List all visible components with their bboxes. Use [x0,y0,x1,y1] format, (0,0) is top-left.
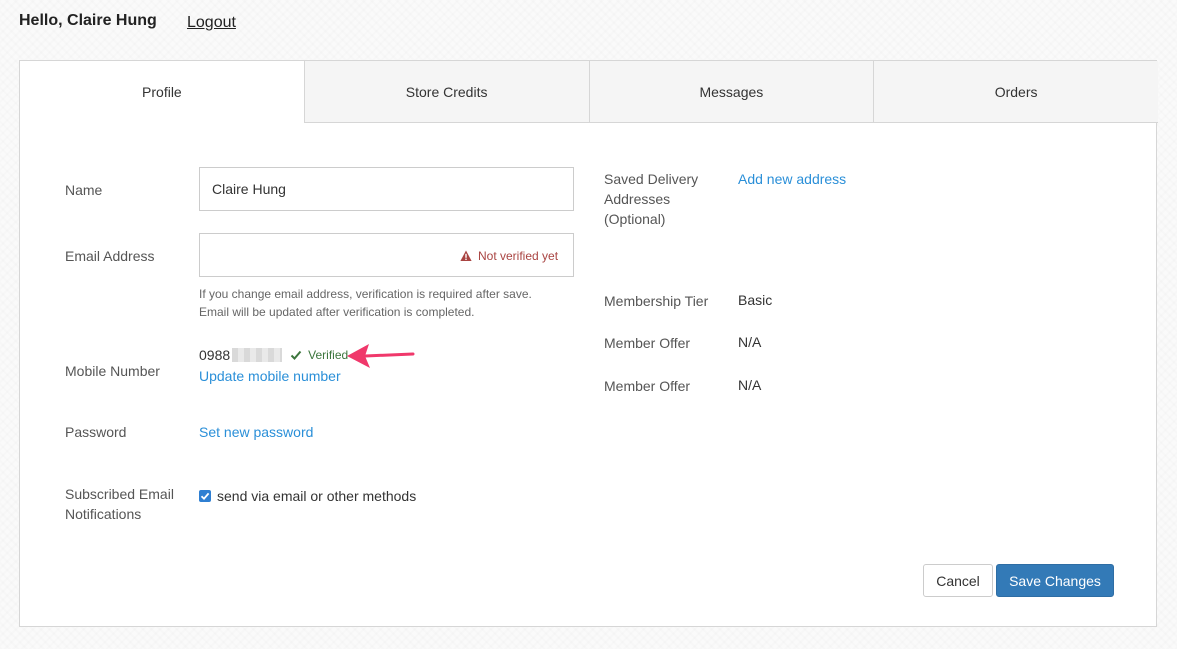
mobile-status: Verified [290,348,348,362]
membership-tier-label: Membership Tier [604,293,709,309]
subscribe-option: send via email or other methods [199,486,416,506]
mobile-label: Mobile Number [65,363,160,379]
saved-addresses-line-3: (Optional) [604,211,666,227]
member-offer-label-1: Member Offer [604,335,691,351]
member-offer-label-2: Member Offer [604,378,691,394]
tab-orders[interactable]: Orders [873,61,1158,123]
tab-bar: Profile Store Credits Messages Orders [20,61,1158,123]
annotation-arrow-icon [347,344,415,368]
member-offer-value-2: N/A [738,377,762,393]
name-input[interactable] [199,167,574,211]
member-offer-value-1: N/A [738,334,762,350]
set-password-link[interactable]: Set new password [199,422,313,442]
tab-profile[interactable]: Profile [20,61,304,123]
email-status: Not verified yet [460,249,558,263]
saved-addresses-label: Saved Delivery Addresses (Optional) [604,169,698,229]
update-mobile-link[interactable]: Update mobile number [199,366,341,386]
name-label: Name [65,182,103,198]
mobile-number-value: 0988 [199,347,231,363]
redacted-digits [232,348,283,362]
email-help-line-2: Email will be updated after verification… [199,305,475,319]
cancel-button[interactable]: Cancel [923,564,993,597]
account-panel: Profile Store Credits Messages Orders Na… [19,60,1158,627]
mobile-number: 0988 Verified [199,345,348,365]
greeting: Hello, Claire Hung [19,12,157,29]
subscribe-option-label: send via email or other methods [217,488,417,504]
check-icon [290,350,302,360]
subscribed-label-line-2: Notifications [65,506,142,522]
tab-messages[interactable]: Messages [588,61,874,123]
email-status-text: Not verified yet [478,249,559,263]
logout-link[interactable]: Logout [187,14,236,32]
email-label: Email Address [65,248,155,264]
add-address-link[interactable]: Add new address [738,169,846,189]
saved-addresses-line-1: Saved Delivery [604,171,699,187]
subscribed-label: Subscribed Email Notifications [65,484,174,524]
email-help-line-1: If you change email address, verificatio… [199,287,532,301]
save-changes-button[interactable]: Save Changes [996,564,1114,597]
subscribe-checkbox[interactable] [199,490,211,502]
subscribed-label-line-1: Subscribed Email [65,486,174,502]
password-label: Password [65,424,127,440]
tab-store-credits[interactable]: Store Credits [303,61,589,123]
checkmark-icon [200,492,210,501]
saved-addresses-line-2: Addresses [604,191,671,207]
membership-tier-value: Basic [738,292,773,308]
page: Hello, Claire Hung Logout Profile Store … [0,0,1177,649]
warning-icon [460,250,472,261]
email-help-text: If you change email address, verificatio… [199,285,532,321]
